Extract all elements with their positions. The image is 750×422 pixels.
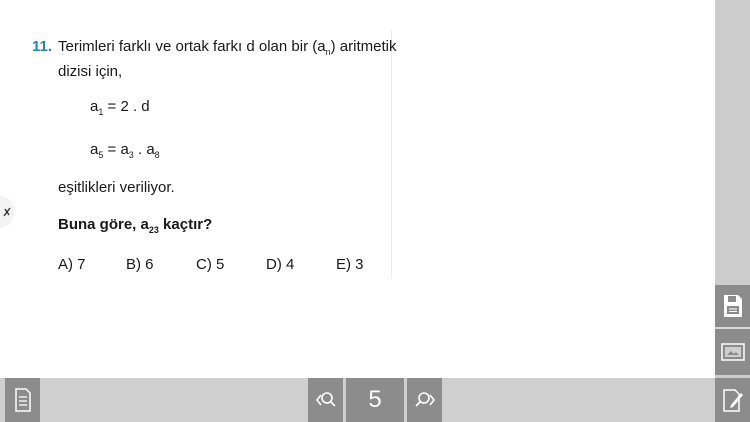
question-text-1: Terimleri farklı ve ortak farkı d olan b…: [58, 38, 326, 55]
eq2-mid-2: . a: [133, 141, 155, 158]
choice-d[interactable]: D) 4: [266, 256, 294, 273]
question-prompt: Buna göre, a23 kaçtır?: [58, 216, 212, 235]
choice-e[interactable]: E) 3: [336, 256, 364, 273]
prompt-sub: 23: [148, 225, 159, 235]
question-area: 11. Terimleri farklı ve ortak farkı d ol…: [0, 0, 715, 378]
question-line-1: Terimleri farklı ve ortak farkı d olan b…: [58, 38, 396, 57]
column-divider: [391, 30, 392, 278]
eq1-rest: = 2 . d: [103, 98, 150, 115]
image-button[interactable]: [715, 329, 750, 375]
document-button[interactable]: [5, 378, 40, 422]
question-line-2: dizisi için,: [58, 63, 123, 80]
page-number: 5: [368, 386, 382, 413]
next-search-icon: [414, 392, 435, 407]
given-statement: eşitlikleri veriliyor.: [58, 179, 175, 196]
page-number-display[interactable]: 5: [346, 378, 404, 422]
prompt-text: Buna göre, a: [58, 216, 149, 233]
equation-1: a1 = 2 . d: [90, 98, 150, 117]
previous-button[interactable]: [308, 378, 343, 422]
eq2-sub-3: 8: [154, 150, 160, 160]
question-number: 11.: [32, 38, 53, 55]
image-icon: [720, 343, 745, 361]
next-button[interactable]: [407, 378, 442, 422]
prompt-text-end: kaçtır?: [158, 216, 213, 233]
pin-icon: [3, 207, 11, 217]
equation-2: a5 = a3 . a8: [90, 141, 160, 160]
prev-search-icon: [315, 392, 336, 407]
save-button[interactable]: [715, 285, 750, 327]
choice-c[interactable]: C) 5: [196, 256, 224, 273]
save-icon: [723, 295, 742, 317]
edit-note-icon: [722, 389, 743, 412]
document-icon: [14, 388, 31, 412]
answer-choices: A) 7 B) 6 C) 5 D) 4 E) 3: [58, 256, 378, 276]
question-text-1-end: ) aritmetik: [330, 38, 397, 55]
choice-b[interactable]: B) 6: [126, 256, 154, 273]
choice-a[interactable]: A) 7: [58, 256, 86, 273]
eq2-mid-1: = a: [103, 141, 129, 158]
edit-note-button[interactable]: [715, 378, 750, 422]
